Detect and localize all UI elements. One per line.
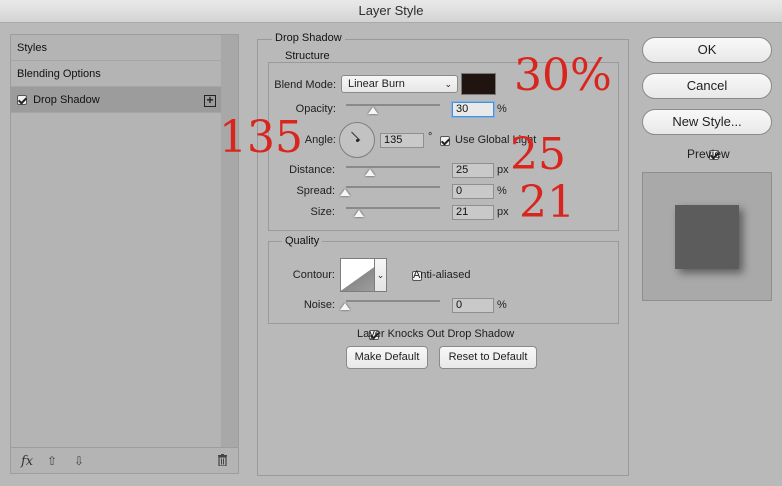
contour-label: Contour: <box>292 269 335 281</box>
noise-unit: % <box>497 299 507 311</box>
angle-field[interactable]: 135 <box>380 133 424 148</box>
blend-mode-select[interactable]: Linear Burn ⌄ <box>341 75 458 93</box>
window-title-bar: Layer Style <box>0 0 782 23</box>
angle-center-dot <box>356 139 359 142</box>
window-title: Layer Style <box>358 3 424 18</box>
sidebar-item-drop-shadow[interactable]: Drop Shadow <box>11 87 221 113</box>
quality-title: Quality <box>282 235 323 247</box>
noise-slider[interactable] <box>346 300 440 302</box>
noise-field[interactable]: 0 <box>452 298 494 313</box>
chevron-down-icon: ⌄ <box>444 79 452 89</box>
size-label: Size: <box>310 206 335 218</box>
new-style-button[interactable]: New Style... <box>642 109 772 135</box>
size-field[interactable]: 21 <box>452 205 494 220</box>
distance-label: Distance: <box>289 164 335 176</box>
arrow-down-icon[interactable]: ⇩ <box>74 454 84 468</box>
drop-shadow-checkbox[interactable] <box>17 95 27 106</box>
blend-mode-value: Linear Burn <box>348 78 405 90</box>
blend-mode-label: Blend Mode: <box>274 79 336 91</box>
make-default-button[interactable]: Make Default <box>346 346 428 369</box>
ok-button[interactable]: OK <box>642 37 772 63</box>
spread-label: Spread: <box>296 185 335 197</box>
spread-slider-thumb[interactable] <box>340 189 350 196</box>
annotation-size: 21 <box>519 177 575 228</box>
size-unit: px <box>497 206 509 218</box>
annotation-opacity: 30% <box>514 50 612 101</box>
spread-unit: % <box>497 185 507 197</box>
annotation-distance: 25 <box>510 129 566 180</box>
size-slider-thumb[interactable] <box>354 210 364 217</box>
preview-shadow-square <box>675 205 739 269</box>
noise-slider-thumb[interactable] <box>340 303 350 310</box>
noise-label: Noise: <box>303 299 335 311</box>
plus-square-icon[interactable]: + <box>204 94 216 107</box>
distance-unit: px <box>497 164 509 176</box>
fx-icon[interactable]: fx <box>21 454 33 469</box>
reset-to-default-button[interactable]: Reset to Default <box>439 346 537 369</box>
chevron-down-icon[interactable]: ⌄ <box>374 258 387 292</box>
quality-group <box>268 241 619 324</box>
opacity-slider-thumb[interactable] <box>368 107 378 114</box>
cancel-button[interactable]: Cancel <box>642 73 772 99</box>
use-global-light-checkbox[interactable] <box>440 136 450 147</box>
section-title: Drop Shadow <box>272 32 345 44</box>
shadow-color-swatch[interactable] <box>461 73 496 95</box>
distance-slider-thumb[interactable] <box>365 169 375 176</box>
opacity-field[interactable]: 30 <box>452 102 494 117</box>
spread-slider[interactable] <box>346 186 440 188</box>
arrow-up-icon[interactable]: ⇧ <box>47 454 57 468</box>
structure-title: Structure <box>282 50 333 62</box>
spread-field[interactable]: 0 <box>452 184 494 199</box>
knockout-label: Layer Knocks Out Drop Shadow <box>357 328 515 340</box>
distance-field[interactable]: 25 <box>452 163 494 178</box>
styles-list-scrollbar[interactable] <box>221 35 238 447</box>
preview-thumbnail <box>642 172 772 301</box>
angle-unit: ° <box>428 131 433 143</box>
preview-label: Preview <box>687 147 730 161</box>
opacity-unit: % <box>497 103 507 115</box>
size-slider[interactable] <box>346 207 440 209</box>
anti-aliased-label: Anti-aliased <box>413 269 471 281</box>
annotation-angle: 135 <box>219 112 303 163</box>
angle-dial[interactable] <box>339 122 375 158</box>
sidebar-item-styles[interactable]: Styles <box>11 35 221 61</box>
styles-toolbar: fx ⇧ ⇩ <box>11 447 238 474</box>
sidebar-item-label: Styles <box>17 42 47 54</box>
sidebar-item-label: Drop Shadow <box>33 94 100 106</box>
trash-icon[interactable] <box>217 454 228 469</box>
opacity-slider[interactable] <box>346 104 440 106</box>
sidebar-item-label: Blending Options <box>17 68 101 80</box>
distance-slider[interactable] <box>346 166 440 168</box>
sidebar-item-blending-options[interactable]: Blending Options <box>11 61 221 87</box>
